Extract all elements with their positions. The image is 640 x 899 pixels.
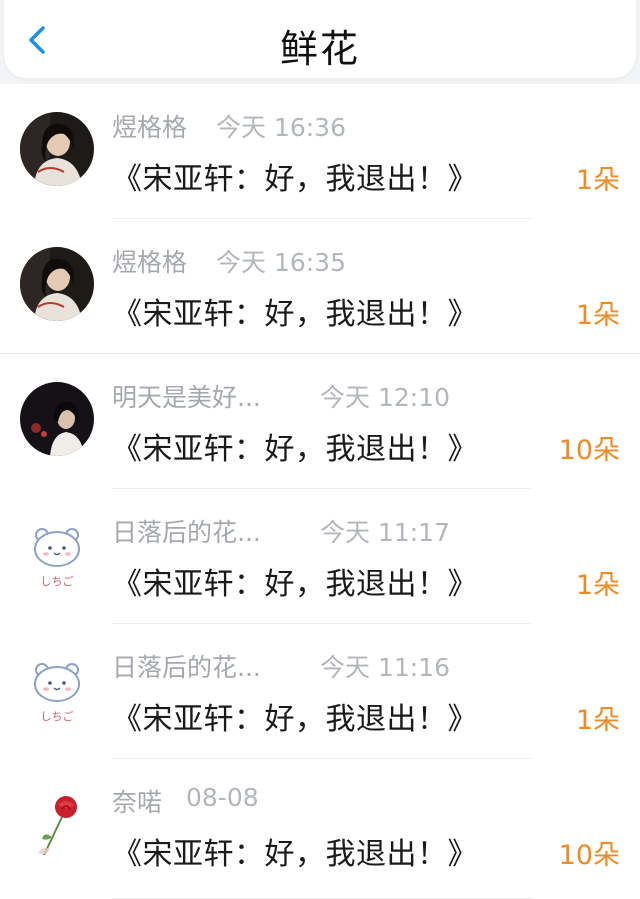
book-title[interactable]: 《宋亚轩：好，我退出！》 xyxy=(112,694,478,738)
book-title[interactable]: 《宋亚轩：好，我退出！》 xyxy=(112,424,478,468)
list-item[interactable]: 煜格格 今天 16:35 《宋亚轩：好，我退出！》 1朵 xyxy=(0,219,640,354)
flower-count: 1朵 xyxy=(575,570,620,601)
flower-list: 煜格格 今天 16:36 《宋亚轩：好，我退出！》 1朵 煜格格 今天 16:3… xyxy=(0,84,640,899)
book-title[interactable]: 《宋亚轩：好，我退出！》 xyxy=(112,559,478,603)
avatar[interactable] xyxy=(20,247,94,321)
sender-name: 日落后的花... xyxy=(112,653,261,682)
timestamp: 今天 12:10 xyxy=(320,383,450,412)
book-title[interactable]: 《宋亚轩：好，我退出！》 xyxy=(112,154,478,198)
book-title[interactable]: 《宋亚轩：好，我退出！》 xyxy=(112,289,478,333)
dark-portrait-avatar-icon xyxy=(20,382,94,456)
timestamp: 08-08 xyxy=(186,783,259,812)
header-bar: 鲜花 xyxy=(4,0,636,78)
flower-count: 1朵 xyxy=(575,165,620,196)
avatar-caption: しちご xyxy=(40,710,74,723)
avatar[interactable]: しちご xyxy=(20,517,94,591)
avatar[interactable]: しちご xyxy=(20,652,94,726)
list-item[interactable]: しちご 日落后的花... 今天 11:16 《宋亚轩：好，我退出！》 1朵 xyxy=(0,624,640,759)
sender-name: 奈喏 xyxy=(112,788,163,817)
sender-name: 煜格格 xyxy=(112,113,188,142)
girl-portrait-avatar-icon xyxy=(20,112,94,186)
girl-portrait-avatar-icon xyxy=(20,247,94,321)
book-title[interactable]: 《宋亚轩：好，我退出！》 xyxy=(112,829,478,873)
timestamp: 今天 16:35 xyxy=(216,248,346,277)
sender-name: 煜格格 xyxy=(112,248,188,277)
sender-name: 明天是美好... xyxy=(112,383,261,412)
flower-count: 1朵 xyxy=(575,300,620,331)
list-item[interactable]: 奈喏 08-08 《宋亚轩：好，我退出！》 10朵 xyxy=(0,759,640,899)
avatar[interactable] xyxy=(20,382,94,456)
sender-name: 日落后的花... xyxy=(112,518,261,547)
timestamp: 今天 11:16 xyxy=(320,653,450,682)
page-title: 鲜花 xyxy=(279,27,360,71)
list-item[interactable]: 明天是美好... 今天 12:10 《宋亚轩：好，我退出！》 10朵 xyxy=(0,354,640,489)
list-item[interactable]: しちご 日落后的花... 今天 11:17 《宋亚轩：好，我退出！》 1朵 xyxy=(0,489,640,624)
flower-count: 1朵 xyxy=(575,705,620,736)
timestamp: 今天 11:17 xyxy=(320,518,450,547)
avatar-caption: しちご xyxy=(40,575,74,588)
timestamp: 今天 16:36 xyxy=(216,113,346,142)
rose-avatar-icon xyxy=(20,787,94,861)
avatar[interactable] xyxy=(20,112,94,186)
flower-count: 10朵 xyxy=(558,435,620,466)
avatar[interactable] xyxy=(20,787,94,861)
list-item[interactable]: 煜格格 今天 16:36 《宋亚轩：好，我退出！》 1朵 xyxy=(0,84,640,219)
flower-count: 10朵 xyxy=(558,840,620,871)
